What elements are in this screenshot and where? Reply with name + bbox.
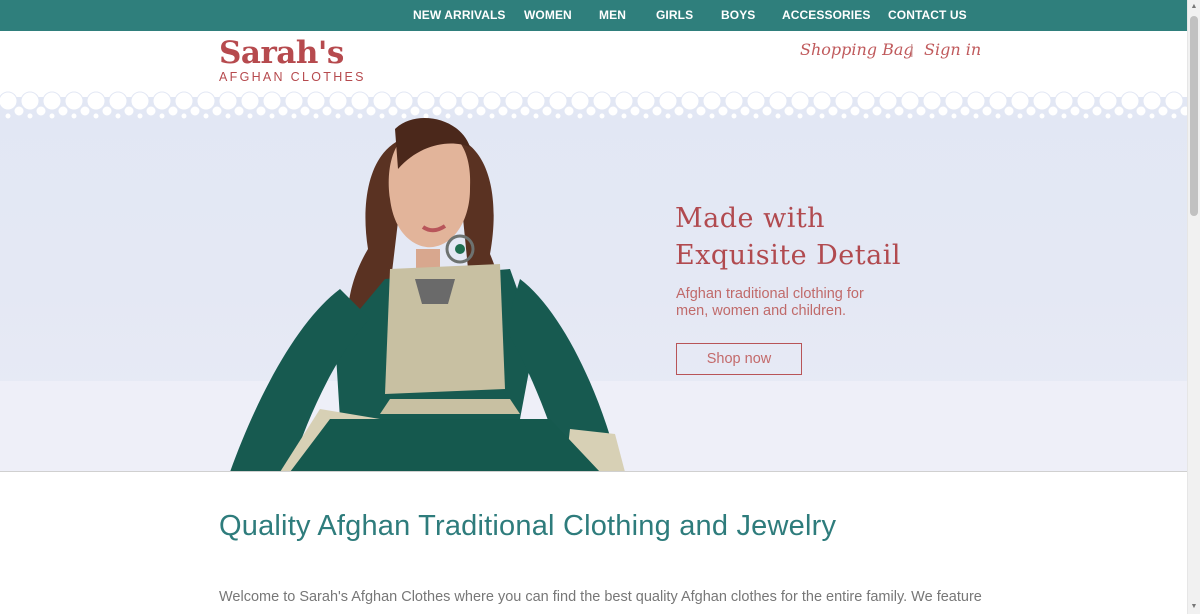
nav-item-men[interactable]: MEN <box>599 0 626 31</box>
sign-in-link[interactable]: Sign in <box>924 40 981 59</box>
header-separator: | <box>910 41 914 57</box>
nav-item-boys[interactable]: BOYS <box>721 0 755 31</box>
nav-item-women[interactable]: WOMEN <box>524 0 572 31</box>
top-navigation: NEW ARRIVALS WOMEN MEN GIRLS BOYS ACCESS… <box>0 0 1187 31</box>
site-header: Sarah's AFGHAN CLOTHES Shopping Bag | Si… <box>0 31 1187 89</box>
nav-item-girls[interactable]: GIRLS <box>656 0 693 31</box>
scrollbar-thumb[interactable] <box>1190 16 1198 216</box>
hero-title: Made with Exquisite Detail <box>675 200 901 274</box>
site-logo[interactable]: Sarah's AFGHAN CLOTHES <box>219 35 379 84</box>
scroll-up-icon[interactable]: ▲ <box>1190 3 1198 11</box>
scroll-down-icon[interactable]: ▼ <box>1190 603 1198 611</box>
hero-banner: Made with Exquisite Detail Afghan tradit… <box>0 89 1187 472</box>
logo-name: Sarah's <box>219 35 344 71</box>
hero-subtitle: Afghan traditional clothing for men, wom… <box>676 286 864 319</box>
hero-title-line-2: Exquisite Detail <box>675 240 901 271</box>
nav-item-new-arrivals[interactable]: NEW ARRIVALS <box>413 0 506 31</box>
section-divider <box>0 471 1187 472</box>
model-image <box>230 117 625 472</box>
page-scrollbar[interactable]: ▲ ▼ <box>1187 0 1200 614</box>
hero-title-line-1: Made with <box>675 203 826 234</box>
shop-now-button[interactable]: Shop now <box>676 343 802 375</box>
intro-paragraph: Welcome to Sarah's Afghan Clothes where … <box>219 589 982 605</box>
shopping-bag-link[interactable]: Shopping Bag <box>800 40 914 59</box>
logo-subtitle: AFGHAN CLOTHES <box>219 70 366 84</box>
nav-item-contact-us[interactable]: CONTACT US <box>888 0 967 31</box>
page-headline: Quality Afghan Traditional Clothing and … <box>219 510 837 542</box>
nav-item-accessories[interactable]: ACCESSORIES <box>782 0 870 31</box>
